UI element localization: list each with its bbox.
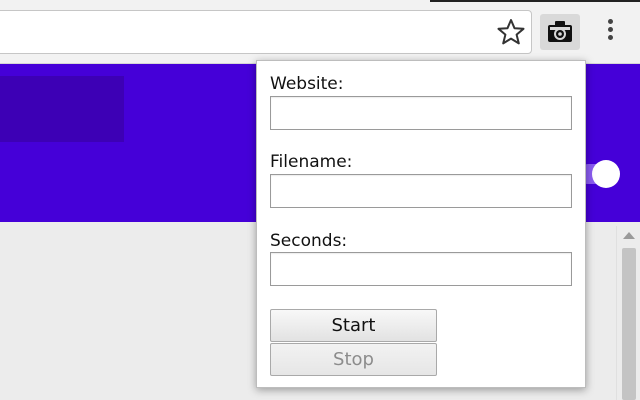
start-button[interactable]: Start [270, 309, 437, 342]
filename-label: Filename: [270, 152, 353, 172]
website-input[interactable] [270, 96, 572, 130]
seconds-label: Seconds: [270, 231, 348, 251]
stop-button[interactable]: Stop [270, 343, 437, 376]
kebab-menu-icon[interactable] [598, 16, 622, 48]
seconds-input[interactable] [270, 252, 572, 286]
scroll-thumb[interactable] [622, 248, 636, 400]
address-bar[interactable] [0, 10, 532, 54]
filename-input[interactable] [270, 174, 572, 208]
browser-toolbar [0, 0, 640, 64]
website-label: Website: [270, 74, 344, 94]
vertical-scrollbar[interactable] [616, 226, 640, 400]
extension-popup: Website: Filename: Seconds: Start Stop [256, 60, 586, 388]
star-outline-icon[interactable] [496, 17, 526, 47]
scroll-up-arrow-icon[interactable] [623, 232, 635, 239]
camera-icon [548, 21, 572, 42]
extension-button[interactable] [540, 14, 580, 50]
header-logo-block [0, 76, 124, 142]
toggle-knob[interactable] [592, 160, 620, 188]
window-edge [430, 0, 640, 2]
